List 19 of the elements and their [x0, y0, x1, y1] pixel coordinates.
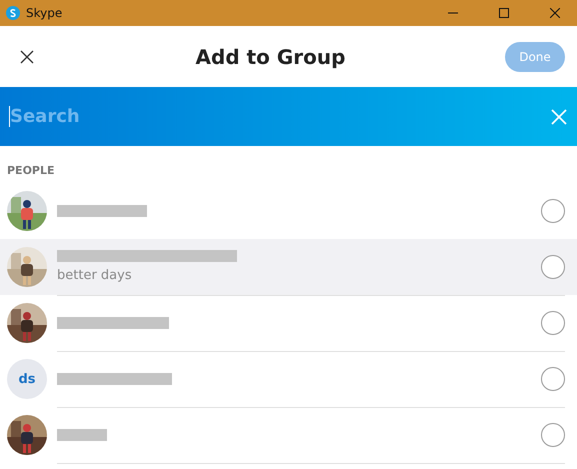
dialog-title: Add to Group	[194, 44, 346, 68]
select-radio[interactable]	[541, 310, 565, 334]
app-logo-icon	[6, 6, 20, 20]
contact-row[interactable]: ds	[0, 351, 577, 407]
search-input[interactable]: Search	[9, 106, 549, 127]
select-radio[interactable]	[541, 254, 565, 278]
contact-status: better days	[57, 268, 133, 283]
select-radio[interactable]	[541, 422, 565, 446]
close-icon	[550, 8, 560, 18]
search-field[interactable]: Search	[0, 87, 577, 146]
avatar-initials: ds	[7, 359, 47, 399]
select-radio[interactable]	[541, 198, 565, 222]
window-title: Skype	[26, 6, 64, 20]
maximize-icon	[498, 8, 508, 18]
section-label: PEOPLE	[6, 163, 56, 179]
close-button[interactable]	[18, 48, 36, 66]
select-radio[interactable]	[541, 366, 565, 390]
contact-row[interactable]: better days	[0, 239, 577, 295]
clear-search-button[interactable]	[549, 106, 569, 126]
